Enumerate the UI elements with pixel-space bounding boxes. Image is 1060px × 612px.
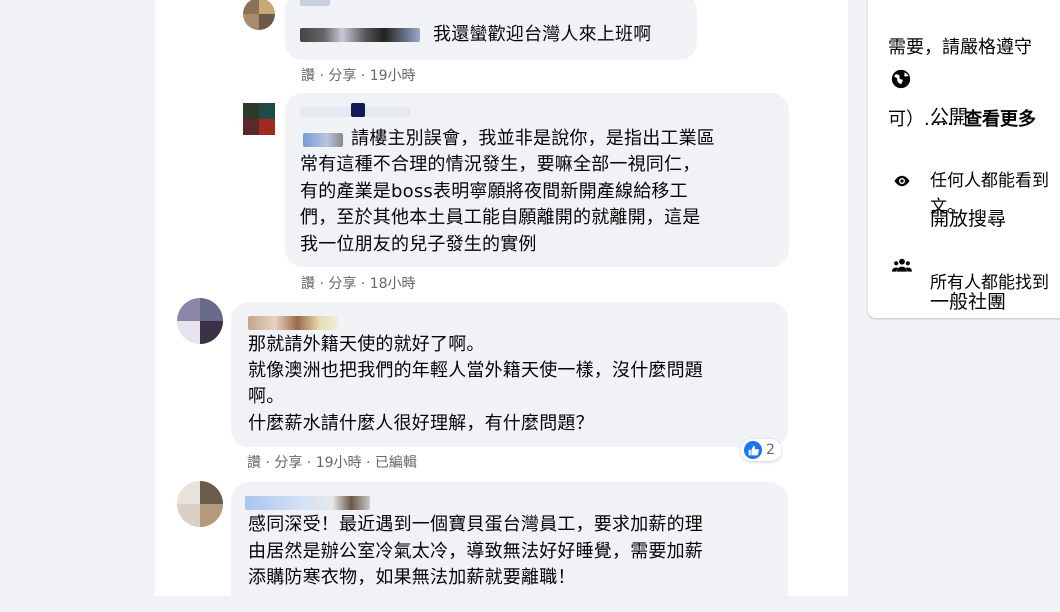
timestamp[interactable]: 19小時	[316, 452, 362, 472]
comment-actions: 讚 · 分享 · 19小時 · 已編輯	[247, 452, 417, 472]
like-link[interactable]: 讚	[301, 273, 315, 293]
blurred-mention	[300, 28, 420, 42]
comment-bubble: 我還蠻歡迎台灣人來上班啊	[285, 0, 697, 60]
avatar[interactable]	[177, 298, 223, 344]
blurred-name	[248, 316, 338, 330]
comment-text-line: 由居然是辦公室冷氣太冷，導致無法好好睡覺，需要加薪	[248, 541, 703, 562]
comment-text-line: 就像澳洲也把我們的年輕人當外籍天使一樣，沒什麼問題	[248, 360, 703, 381]
share-link[interactable]: 分享	[274, 452, 302, 472]
like-link[interactable]: 讚	[301, 65, 315, 85]
avatar[interactable]	[243, 103, 275, 135]
group-type-label: 一般社團	[930, 291, 1007, 313]
eye-icon	[894, 175, 910, 187]
reaction-number: 2	[766, 442, 775, 458]
comment-text-line: 添購防寒衣物，如果無法加薪就要離職！	[248, 567, 576, 588]
avatar[interactable]	[243, 0, 275, 30]
comment-text-line: 請樓主別誤會，我並非是說你，是指出工業區	[351, 128, 715, 149]
blurred-mention	[303, 133, 343, 147]
like-icon	[744, 441, 762, 459]
comment-bubble: 請樓主別誤會，我並非是說你，是指出工業區 常有這種不合理的情況發生，要嘛全部一視…	[285, 93, 789, 267]
like-link[interactable]: 讚	[247, 452, 261, 472]
comment-text-line: 們，至於其他本土員工能自願離開的就離開，這是	[300, 207, 701, 228]
timestamp[interactable]: 19小時	[370, 65, 416, 85]
visibility-title: 開放搜尋	[930, 208, 1007, 230]
group-icon	[892, 258, 912, 272]
rules-text-line: 需要，請嚴格遵守	[888, 37, 1032, 58]
share-link[interactable]: 分享	[328, 273, 356, 293]
comment-text: 我還蠻歡迎台灣人來上班啊	[433, 24, 652, 45]
edited-label[interactable]: 已編輯	[375, 452, 417, 472]
comment-text-line: 什麼薪水請什麼人很好理解，有什麼問題？	[248, 413, 594, 434]
comment-text-line: 我一位朋友的兒子發生的實例	[300, 234, 537, 255]
comment-actions: 讚 · 分享 · 19小時	[301, 65, 416, 85]
blurred-name	[300, 0, 330, 6]
blurred-mention	[351, 103, 365, 117]
comment-feed: 我還蠻歡迎台灣人來上班啊 讚 · 分享 · 19小時 請樓主別誤會，我並非是說你…	[155, 0, 848, 612]
reaction-count[interactable]: 2	[741, 439, 781, 461]
comment-text-line: 啊。	[248, 386, 285, 407]
timestamp[interactable]: 18小時	[370, 273, 416, 293]
privacy-title: 公開	[930, 106, 969, 128]
group-info-card: 需要，請嚴格遵守 可）...... 查看更多 公開 任何人都能看到 文。 開放搜…	[868, 0, 1060, 318]
globe-icon	[891, 69, 911, 89]
comment-text-line: 感同深受！最近遇到一個寶貝蛋台灣員工，要求加薪的理	[248, 514, 703, 535]
comment-text-line: 有的產業是boss表明寧願將夜間新開產線給移工	[300, 181, 688, 202]
visibility-searchable: 開放搜尋 所有人都能找到	[888, 168, 1060, 293]
comment-bubble: 感同深受！最近遇到一個寶貝蛋台灣員工，要求加薪的理 由居然是辦公室冷氣太冷，導致…	[231, 482, 788, 612]
comment-text-line: 常有這種不合理的情況發生，要嘛全部一視同仁，	[300, 154, 701, 175]
group-type: 一般社團	[888, 251, 1060, 313]
share-link[interactable]: 分享	[328, 65, 356, 85]
comment-bubble: 那就請外籍天使的就好了啊。 就像澳洲也把我們的年輕人當外籍天使一樣，沒什麼問題 …	[231, 302, 788, 447]
comment-text-line: 那就請外籍天使的就好了啊。	[248, 334, 485, 355]
avatar[interactable]	[177, 481, 223, 527]
privacy-public: 公開 任何人都能看到 文。	[888, 66, 1060, 217]
blurred-name	[245, 496, 370, 510]
comment-actions: 讚 · 分享 · 18小時	[301, 273, 416, 293]
